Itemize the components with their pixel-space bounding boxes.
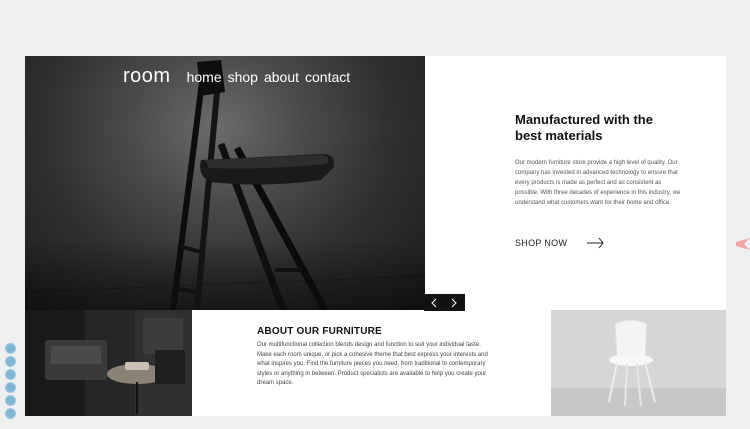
pagination-dot[interactable]: [5, 369, 16, 380]
white-chair-photo: [551, 310, 726, 416]
decorative-arrow-shape: [736, 238, 750, 250]
folding-chair-illustration: [25, 60, 425, 310]
about-body: Our multifunctional collection blends de…: [257, 342, 488, 387]
nav-link-home[interactable]: home: [187, 69, 222, 85]
slider-controls: [424, 294, 465, 311]
pagination-dot[interactable]: [5, 382, 16, 393]
pagination-dot[interactable]: [5, 408, 16, 419]
intro-section: Manufactured with the best materials Our…: [515, 112, 685, 208]
about-heading: ABOUT OUR FURNITURE: [257, 326, 382, 337]
slider-next-button[interactable]: [444, 294, 464, 311]
arrow-left-icon: [431, 298, 437, 307]
pagination-dot[interactable]: [5, 356, 16, 367]
intro-heading-line1: Manufactured with the: [515, 112, 653, 127]
nav-link-shop[interactable]: shop: [228, 69, 258, 85]
nav-link-about[interactable]: about: [264, 69, 299, 85]
shop-now-button[interactable]: SHOP NOW: [515, 237, 605, 249]
nav-link-contact[interactable]: contact: [305, 69, 350, 85]
arrow-right-icon: [451, 298, 457, 307]
shop-now-label: SHOP NOW: [515, 238, 568, 248]
slider-prev-button[interactable]: [424, 294, 444, 311]
about-section: ABOUT OUR FURNITURE Our multifunctional …: [257, 326, 497, 389]
top-navigation: room home shop about contact: [123, 65, 350, 88]
intro-heading-line2: best materials: [515, 128, 603, 143]
side-pagination-dots: [5, 343, 16, 419]
pagination-dot[interactable]: [5, 395, 16, 406]
pagination-dot[interactable]: [5, 343, 16, 354]
intro-heading: Manufactured with the best materials: [515, 112, 685, 144]
long-arrow-right-icon: [587, 237, 604, 249]
intro-body: Our modern furniture store provide a hig…: [515, 160, 681, 206]
main-frame: room home shop about contact Manufacture…: [25, 56, 726, 416]
hero-image: room home shop about contact: [25, 56, 425, 310]
living-room-photo: [25, 310, 192, 416]
white-chair-illustration: [551, 310, 726, 416]
living-room-illustration: [25, 310, 192, 416]
brand-logo[interactable]: room: [123, 65, 171, 88]
